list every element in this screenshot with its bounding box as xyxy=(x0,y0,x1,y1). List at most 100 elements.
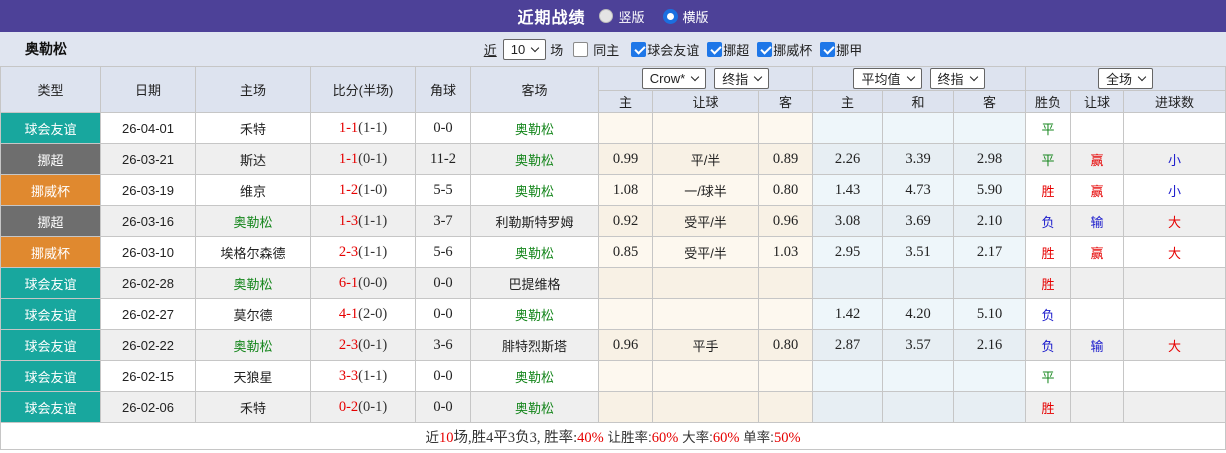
corners-cell: 5-6 xyxy=(415,236,471,268)
result-handicap: 输 xyxy=(1070,205,1124,237)
table-row: 球会友谊 26-02-28 奥勒松 6-1(0-0) 0-0 巴提维格胜 xyxy=(0,267,1226,299)
fulltime-score: 1-1 xyxy=(338,119,359,136)
odds-home: 0.92 xyxy=(598,205,653,237)
corners-cell: 0-0 xyxy=(415,112,471,144)
col-home: 主场 xyxy=(195,66,311,113)
radio-vertical-icon[interactable] xyxy=(599,9,614,23)
league-filter-item[interactable]: 挪甲 xyxy=(812,40,862,59)
table-row: 挪威杯 26-03-19 维京 1-2(1-0) 5-5 奥勒松 1.08 一/球半 0.80 1… xyxy=(0,174,1226,206)
odds-away: 0.96 xyxy=(758,205,813,237)
result-wdl: 胜 xyxy=(1025,391,1071,423)
match-date: 26-02-27 xyxy=(100,298,196,330)
col-avg-home: 主 xyxy=(812,90,883,113)
filter-bar: 奥勒松 近 10 场 同主 球会友谊 挪超 挪威杯 挪甲 xyxy=(0,32,1226,66)
fulltime-score: 2-3 xyxy=(338,243,359,260)
summary-row: 近10场,胜4平3负3, 胜率:40% 让胜率:60% 大率:60% 单率:50… xyxy=(0,422,1226,450)
league-label: 挪甲 xyxy=(836,42,863,58)
halftime-score: (0-1) xyxy=(358,398,388,415)
odds-handicap xyxy=(652,298,759,330)
avg-home: 1.43 xyxy=(812,174,883,206)
odds-stage-select[interactable]: 终指 xyxy=(714,68,770,89)
avg-draw: 3.51 xyxy=(882,236,954,268)
table-row: 球会友谊 26-02-15 天狼星 3-3(1-1) 0-0 奥勒松平 xyxy=(0,360,1226,392)
average-select[interactable]: 平均值 xyxy=(853,68,922,89)
match-type-badge: 球会友谊 xyxy=(0,267,101,299)
home-team: 奥勒松 xyxy=(195,205,311,237)
avg-home: 1.42 xyxy=(812,298,883,330)
home-team: 奥勒松 xyxy=(195,267,311,299)
result-handicap: 输 xyxy=(1070,329,1124,361)
match-type-badge: 挪超 xyxy=(0,205,101,237)
league-filter-item[interactable]: 挪威杯 xyxy=(749,40,812,59)
table-row: 球会友谊 26-02-27 莫尔德 4-1(2-0) 0-0 奥勒松 1.42 4.20 5.1… xyxy=(0,298,1226,330)
matches-label: 场 xyxy=(550,42,564,58)
odds-away xyxy=(758,267,813,299)
league-filter-item[interactable]: 挪超 xyxy=(699,40,749,59)
halftime-score: (1-1) xyxy=(358,367,388,384)
halftime-score: (0-1) xyxy=(358,150,388,167)
score-cell: 1-1(0-1) xyxy=(310,143,416,175)
odds-handicap xyxy=(652,391,759,423)
league-label: 挪威杯 xyxy=(773,42,813,58)
match-type-badge: 球会友谊 xyxy=(0,112,101,144)
avg-draw xyxy=(882,391,954,423)
league-checkbox[interactable] xyxy=(631,41,647,57)
odds-home xyxy=(598,360,653,392)
fulltime-score: 1-2 xyxy=(338,181,359,198)
radio-horizontal-icon[interactable] xyxy=(662,8,678,24)
home-team: 埃格尔森德 xyxy=(195,236,311,268)
avg-home xyxy=(812,360,883,392)
league-checkbox[interactable] xyxy=(820,41,836,57)
avg-stage-select[interactable]: 终指 xyxy=(929,68,985,89)
avg-draw: 4.73 xyxy=(882,174,954,206)
odds-home xyxy=(598,391,653,423)
near-count-select[interactable]: 10 xyxy=(502,38,547,60)
team-name: 奥勒松 xyxy=(25,41,67,57)
fulltime-score: 1-1 xyxy=(338,150,359,167)
match-type-badge: 挪威杯 xyxy=(0,174,101,206)
bookmaker-select[interactable]: Crow* xyxy=(641,68,707,89)
odds-home: 0.96 xyxy=(598,329,653,361)
league-label: 球会友谊 xyxy=(647,42,700,58)
league-filter-item[interactable]: 球会友谊 xyxy=(623,40,699,59)
avg-away: 2.98 xyxy=(953,143,1026,175)
odds-away: 0.80 xyxy=(758,174,813,206)
col-date: 日期 xyxy=(100,66,196,113)
match-type-badge: 球会友谊 xyxy=(0,329,101,361)
table-row: 球会友谊 26-04-01 禾特 1-1(1-1) 0-0 奥勒松平 xyxy=(0,112,1226,144)
radio-horizontal-layout[interactable]: 横版 xyxy=(662,7,709,26)
near-link[interactable]: 近 xyxy=(484,40,497,59)
avg-away xyxy=(953,267,1026,299)
result-wdl: 平 xyxy=(1025,360,1071,392)
league-checkbox[interactable] xyxy=(757,41,773,57)
away-team: 利勒斯特罗姆 xyxy=(470,205,599,237)
chevron-down-icon xyxy=(753,72,763,82)
result-wdl: 负 xyxy=(1025,205,1071,237)
match-date: 26-03-21 xyxy=(100,143,196,175)
fulltime-select[interactable]: 全场 xyxy=(1097,68,1153,89)
odds-home: 0.85 xyxy=(598,236,653,268)
result-goals xyxy=(1123,391,1226,423)
away-team: 奥勒松 xyxy=(470,298,599,330)
table-row: 球会友谊 26-02-06 禾特 0-2(0-1) 0-0 奥勒松胜 xyxy=(0,391,1226,423)
halftime-score: (1-1) xyxy=(358,212,388,229)
summary-segment: 近 xyxy=(425,429,439,445)
same-home-label: 同主 xyxy=(593,42,620,58)
odds-away xyxy=(758,391,813,423)
fulltime-score: 4-1 xyxy=(338,305,359,322)
halftime-score: (2-0) xyxy=(358,305,388,322)
corners-cell: 3-6 xyxy=(415,329,471,361)
odds-handicap: 受平/半 xyxy=(652,236,759,268)
avg-draw xyxy=(882,267,954,299)
recent-results-table: 类型 日期 主场 比分(半场) 角球 客场 Crow* 终指 平均值 终指 全场… xyxy=(0,66,1226,450)
halftime-score: (1-0) xyxy=(358,181,388,198)
league-checkbox[interactable] xyxy=(707,41,723,57)
home-team: 斯达 xyxy=(195,143,311,175)
result-goals xyxy=(1123,360,1226,392)
corners-cell: 11-2 xyxy=(415,143,471,175)
home-team: 禾特 xyxy=(195,391,311,423)
halftime-score: (0-1) xyxy=(358,336,388,353)
radio-vertical-layout[interactable]: 竖版 xyxy=(599,7,645,26)
odds-group-header: Crow* 终指 xyxy=(598,66,813,91)
same-home-checkbox[interactable] xyxy=(573,41,589,57)
